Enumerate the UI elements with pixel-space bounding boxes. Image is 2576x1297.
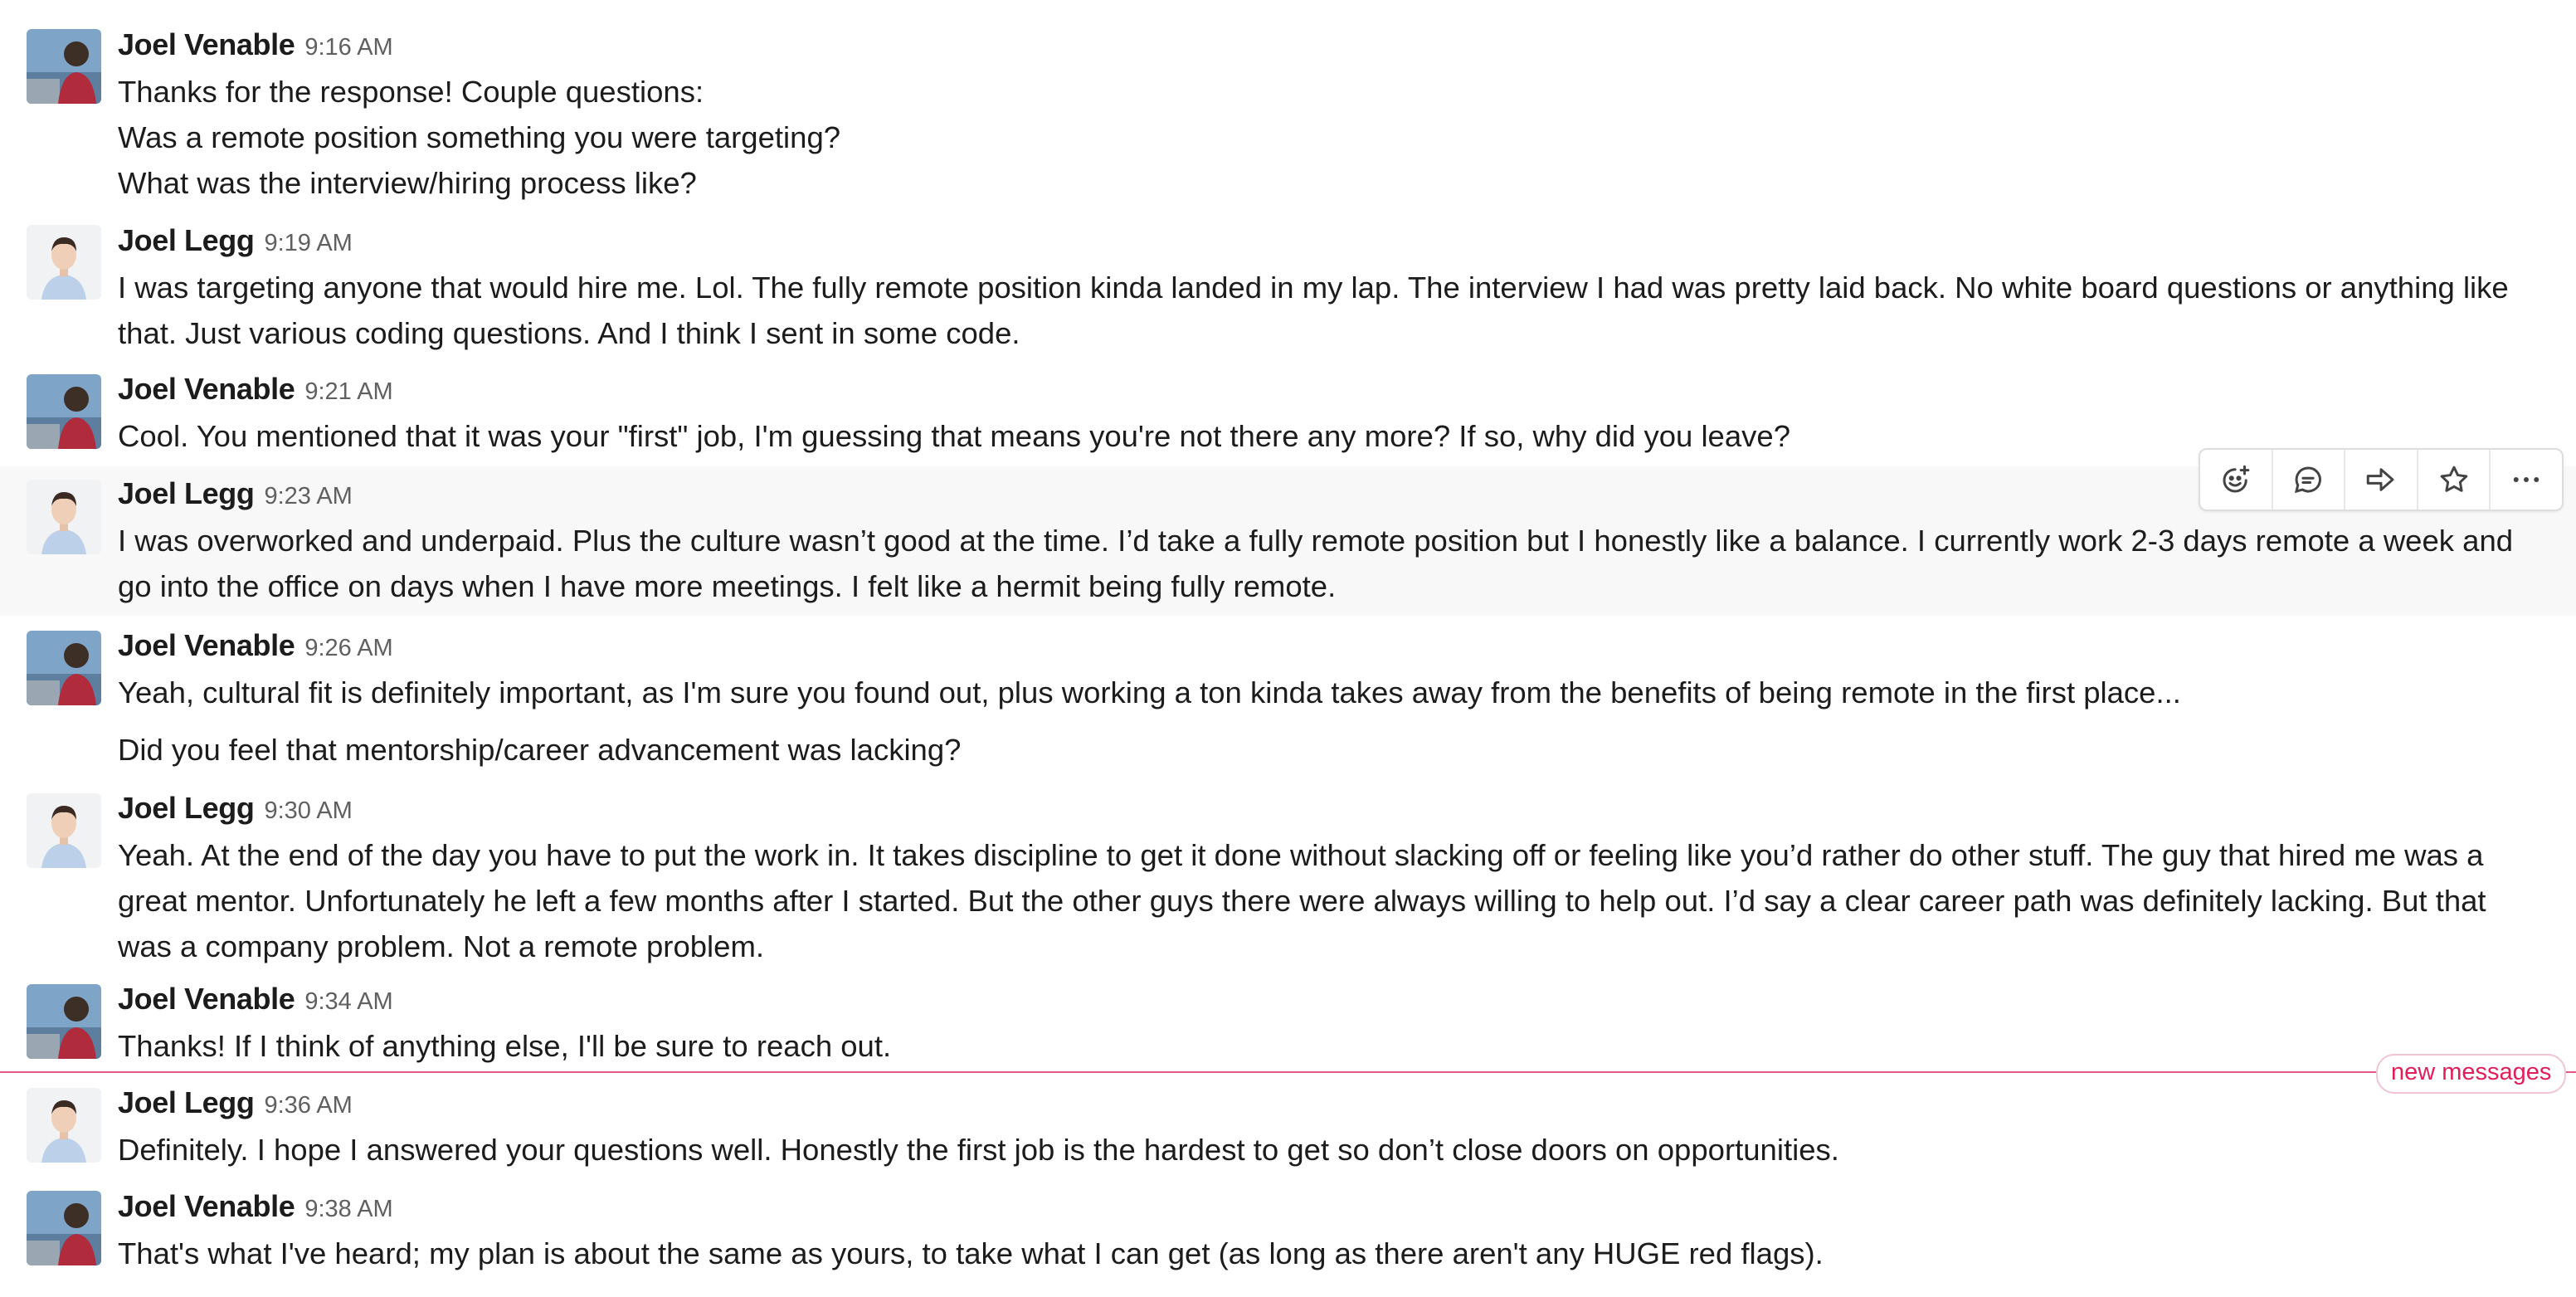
author-name[interactable]: Joel Venable bbox=[118, 1189, 295, 1224]
message-text: I was targeting anyone that would hire m… bbox=[118, 265, 2556, 356]
message-line: I was overworked and underpaid. Plus the… bbox=[118, 524, 2514, 558]
message-text: Definitely. I hope I answered your quest… bbox=[118, 1127, 2556, 1173]
message[interactable]: Joel Venable 9:34 AM Thanks! If I think … bbox=[0, 975, 2576, 1066]
user-photo-venable-icon bbox=[27, 1191, 101, 1265]
message[interactable]: Joel Legg 9:30 AM Yeah. At the end of th… bbox=[0, 780, 2576, 973]
save-star-icon bbox=[2440, 466, 2467, 492]
user-photo-venable-icon bbox=[27, 984, 101, 1059]
message-line: Thanks! If I think of anything else, I'l… bbox=[118, 1029, 892, 1063]
avatar-joel-venable[interactable] bbox=[27, 374, 101, 449]
avatar-joel-venable[interactable] bbox=[27, 29, 101, 104]
message-line: Yeah. At the end of the day you have to … bbox=[118, 838, 2484, 872]
user-photo-legg-icon bbox=[27, 480, 101, 554]
more-actions-icon bbox=[2513, 477, 2539, 482]
message[interactable]: Joel Venable 9:26 AM Yeah, cultural fit … bbox=[0, 618, 2576, 776]
user-photo-venable-icon bbox=[27, 631, 101, 705]
message-line: great mentor. Unfortunately he left a fe… bbox=[118, 884, 2486, 918]
timestamp[interactable]: 9:23 AM bbox=[264, 483, 352, 510]
share-message-button[interactable] bbox=[2345, 450, 2418, 510]
message-line: Thanks for the response! Couple question… bbox=[118, 75, 704, 109]
message-text: Thanks! If I think of anything else, I'l… bbox=[118, 1023, 2556, 1069]
author-name[interactable]: Joel Venable bbox=[118, 27, 295, 62]
user-photo-legg-icon bbox=[27, 1088, 101, 1163]
message-line: was a company problem. Not a remote prob… bbox=[118, 929, 765, 963]
timestamp[interactable]: 9:21 AM bbox=[304, 378, 392, 406]
save-message-button[interactable] bbox=[2418, 450, 2491, 510]
avatar-joel-legg[interactable] bbox=[27, 225, 101, 300]
message-line: Cool. You mentioned that it was your "fi… bbox=[118, 419, 1791, 453]
timestamp[interactable]: 9:26 AM bbox=[304, 635, 392, 662]
more-actions-button[interactable] bbox=[2491, 450, 2562, 510]
timestamp[interactable]: 9:36 AM bbox=[264, 1092, 352, 1119]
message-line: Did you feel that mentorship/career adva… bbox=[118, 733, 962, 767]
message-line: That's what I've heard; my plan is about… bbox=[118, 1236, 1824, 1270]
author-name[interactable]: Joel Venable bbox=[118, 372, 295, 407]
message-text: Cool. You mentioned that it was your "fi… bbox=[118, 413, 2556, 459]
message[interactable]: Joel Legg 9:36 AM Definitely. I hope I a… bbox=[0, 1079, 2576, 1172]
user-photo-legg-icon bbox=[27, 225, 101, 300]
message[interactable]: Joel Venable 9:21 AM Cool. You mentioned… bbox=[0, 361, 2576, 461]
message-line: What was the interview/hiring process li… bbox=[118, 166, 697, 200]
avatar-joel-legg[interactable] bbox=[27, 793, 101, 868]
user-photo-legg-icon bbox=[27, 793, 101, 868]
avatar-joel-venable[interactable] bbox=[27, 1191, 101, 1265]
message[interactable]: Joel Legg 9:19 AM I was targeting anyone… bbox=[0, 212, 2576, 357]
message[interactable]: Joel Venable 9:16 AM Thanks for the resp… bbox=[0, 17, 2576, 207]
share-message-icon bbox=[2366, 468, 2394, 491]
author-name[interactable]: Joel Legg bbox=[118, 476, 255, 511]
reply-in-thread-button[interactable] bbox=[2273, 450, 2346, 510]
author-name[interactable]: Joel Legg bbox=[118, 223, 255, 258]
timestamp[interactable]: 9:19 AM bbox=[264, 230, 352, 257]
user-photo-venable-icon bbox=[27, 374, 101, 449]
avatar-joel-venable[interactable] bbox=[27, 984, 101, 1059]
message-text: That's what I've heard; my plan is about… bbox=[118, 1231, 2556, 1276]
add-reaction-icon bbox=[2223, 465, 2250, 493]
avatar-joel-legg[interactable] bbox=[27, 480, 101, 554]
timestamp[interactable]: 9:38 AM bbox=[304, 1196, 392, 1223]
avatar-joel-legg[interactable] bbox=[27, 1088, 101, 1163]
reply-in-thread-icon bbox=[2295, 466, 2322, 494]
author-name[interactable]: Joel Venable bbox=[118, 982, 295, 1017]
message[interactable]: Joel Venable 9:38 AM That's what I've he… bbox=[0, 1182, 2576, 1282]
message-hovered[interactable]: Joel Legg 9:23 AM I was overworked and u… bbox=[0, 466, 2576, 616]
author-name[interactable]: Joel Legg bbox=[118, 1085, 255, 1120]
message-text: I was overworked and underpaid. Plus the… bbox=[118, 518, 2556, 609]
message-text: Yeah, cultural fit is definitely importa… bbox=[118, 670, 2556, 773]
author-name[interactable]: Joel Legg bbox=[118, 791, 255, 826]
new-messages-divider bbox=[0, 1071, 2576, 1073]
message-list: Joel Venable 9:16 AM Thanks for the resp… bbox=[0, 0, 2576, 1297]
message-line: go into the office on days when I have m… bbox=[118, 569, 1337, 603]
timestamp[interactable]: 9:16 AM bbox=[304, 34, 392, 61]
new-messages-label: new messages bbox=[2376, 1054, 2567, 1094]
avatar-joel-venable[interactable] bbox=[27, 631, 101, 705]
author-name[interactable]: Joel Venable bbox=[118, 628, 295, 663]
timestamp[interactable]: 9:30 AM bbox=[264, 797, 352, 825]
message-line: Was a remote position something you were… bbox=[118, 120, 841, 154]
timestamp[interactable]: 9:34 AM bbox=[304, 988, 392, 1016]
message-line: that. Just various coding questions. And… bbox=[118, 316, 1020, 350]
message-text: Yeah. At the end of the day you have to … bbox=[118, 832, 2556, 969]
message-actions-toolbar bbox=[2199, 448, 2564, 511]
message-text: Thanks for the response! Couple question… bbox=[118, 69, 2556, 206]
message-line: Definitely. I hope I answered your quest… bbox=[118, 1133, 1839, 1167]
add-reaction-button[interactable] bbox=[2200, 450, 2273, 510]
message-line: Yeah, cultural fit is definitely importa… bbox=[118, 675, 2181, 709]
user-photo-venable-icon bbox=[27, 29, 101, 104]
message-line: I was targeting anyone that would hire m… bbox=[118, 271, 2509, 305]
